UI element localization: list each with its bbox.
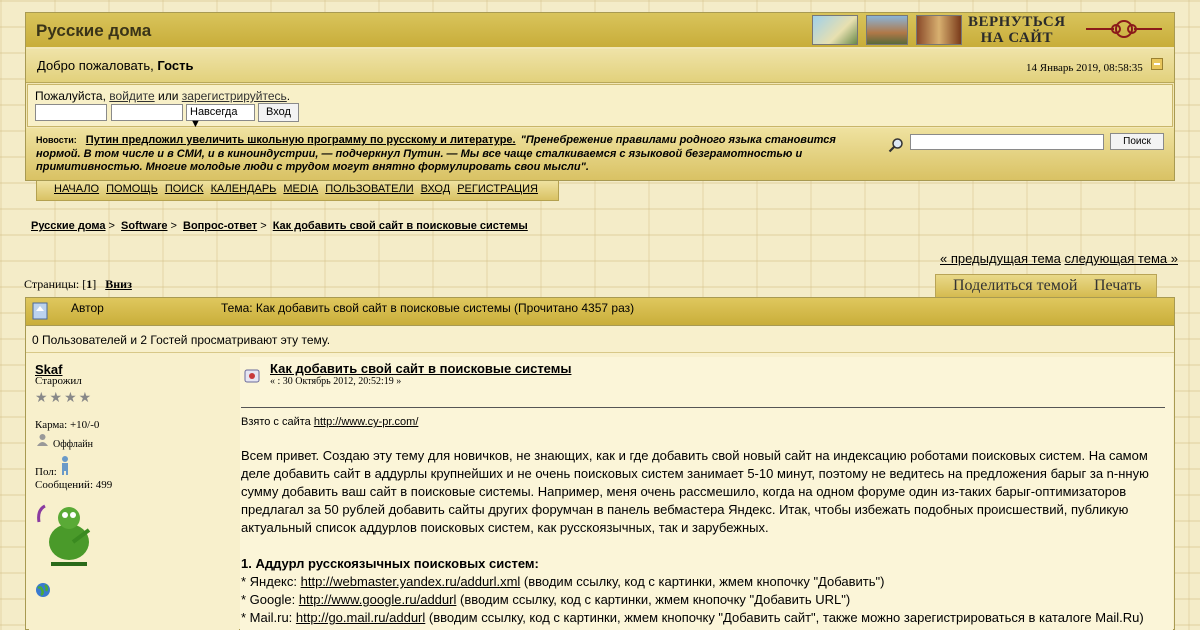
breadcrumb-qa[interactable]: Вопрос-ответ [183,220,257,232]
avatar [37,504,91,566]
prev-topic-link[interactable]: « предыдущая тема [940,251,1061,266]
site-name: Русские дома [36,21,152,40]
welcome-bar [26,49,1174,83]
post-body: Всем привет. Создаю эту тему для новичко… [241,447,1166,627]
session-duration-select[interactable]: Навсегда ▼ [186,104,255,130]
message-icon [244,369,260,383]
section-title: 1. Аддурл русскоязычных поисковых систем… [241,556,539,571]
banner-thumb-2 [866,15,908,45]
menu-item-0[interactable]: НАЧАЛО [54,181,99,197]
topic-navigation: « предыдущая тема следующая тема » [940,251,1178,266]
print-button[interactable]: Печать [1094,277,1141,295]
menu-item-3[interactable]: КАЛЕНДАРЬ [211,181,277,197]
collapse-header-icon[interactable] [1151,58,1163,70]
breadcrumb-software[interactable]: Software [121,220,167,232]
poster-gender: Пол: [35,466,57,478]
topic-icon [32,302,48,320]
menu-item-4[interactable]: MEDIA [283,181,318,197]
back-to-site-text[interactable]: ВЕРНУТЬСЯ НА САЙТ [968,14,1066,46]
poster-rank: Старожил [35,375,82,387]
ornament-icon [1086,20,1162,38]
breadcrumb: Русские дома > Software > Вопрос-ответ > Ка… [31,220,528,232]
post-title-link[interactable]: Как добавить свой сайт в поисковые систе… [270,361,571,376]
news-ticker: Новости: Путин предложил увеличить школь… [36,134,836,173]
search-button[interactable]: Поиск [1110,133,1164,150]
post-date: « : 30 Октябрь 2012, 20:52:19 » [270,376,402,387]
addurl-link[interactable]: http://www.google.ru/addurl [299,592,457,607]
addurl-link[interactable]: http://webmaster.yandex.ru/addurl.xml [301,574,521,589]
login-button[interactable]: Вход [258,103,299,122]
breadcrumb-home[interactable]: Русские дома [31,220,106,232]
banner-thumb-3 [916,15,962,45]
menu-item-7[interactable]: РЕГИСТРАЦИЯ [457,181,538,197]
menu-item-6[interactable]: ВХОД [421,181,451,197]
poster-karma: Карма: +10/-0 [35,419,100,431]
divider [26,352,1174,353]
post-divider [241,407,1165,408]
poster-post-count: Сообщений: 499 [35,479,113,491]
search-input[interactable] [910,134,1104,150]
news-headline-link[interactable]: Путин предложил увеличить школьную прогр… [86,134,516,146]
current-datetime: 14 Январь 2019, 08:58:35 [1026,62,1143,74]
rank-stars-icon: ★★★★ [35,389,94,405]
post-paragraph: Всем привет. Создаю эту тему для новичко… [241,448,1149,535]
register-link[interactable]: зарегистрируйтесь [182,89,287,103]
login-link[interactable]: войдите [109,89,154,103]
search-icon [888,138,903,153]
pagination: Страницы: [1] Вниз [24,277,132,291]
login-prompt: Пожалуйста, войдите или зарегистрируйтес… [35,89,291,103]
addurl-item-mailru: * Mail.ru: http://go.mail.ru/addurl (вво… [241,610,1144,625]
welcome-text: Добро пожаловать, Гость [37,58,194,73]
offline-user-icon [37,434,48,446]
menu-item-1[interactable]: ПОМОЩЬ [106,181,158,197]
current-page[interactable]: 1 [86,277,92,291]
poster-status: Оффлайн [53,439,94,450]
addurl-item-yandex: * Яндекс: http://webmaster.yandex.ru/add… [241,574,885,589]
menu-item-5[interactable]: ПОЛЬЗОВАТЕЛИ [325,181,413,197]
share-topic-button[interactable]: Поделиться темой [953,277,1077,295]
back-to-site-banner[interactable]: ВЕРНУТЬСЯ НА САЙТ [812,14,1168,47]
go-down-link[interactable]: Вниз [105,277,132,291]
topic-column-header: Тема: Как добавить свой сайт в поисковые… [221,301,635,315]
male-icon [62,456,68,475]
password-input[interactable] [111,104,183,121]
menu-item-2[interactable]: ПОИСК [165,181,204,197]
username-input[interactable] [35,104,107,121]
viewers-count: 0 Пользователей и 2 Гостей просматривают… [32,333,331,347]
author-column-header: Автор [71,301,104,315]
addurl-item-google: * Google: http://www.google.ru/addurl (в… [241,592,851,607]
main-menu: НАЧАЛО ПОМОЩЬ ПОИСК КАЛЕНДАРЬ MEDIA ПОЛЬЗОВАТ… [36,181,559,201]
source-link[interactable]: http://www.cy-pr.com/ [314,416,419,428]
website-globe-icon[interactable] [35,582,51,598]
banner-thumb-1 [812,15,858,45]
addurl-link[interactable]: http://go.mail.ru/addurl [296,610,425,625]
post-source: Взято с сайта http://www.cy-pr.com/ [241,416,419,428]
next-topic-link[interactable]: следующая тема » [1064,251,1178,266]
breadcrumb-topic[interactable]: Как добавить свой сайт в поисковые систе… [273,220,528,232]
